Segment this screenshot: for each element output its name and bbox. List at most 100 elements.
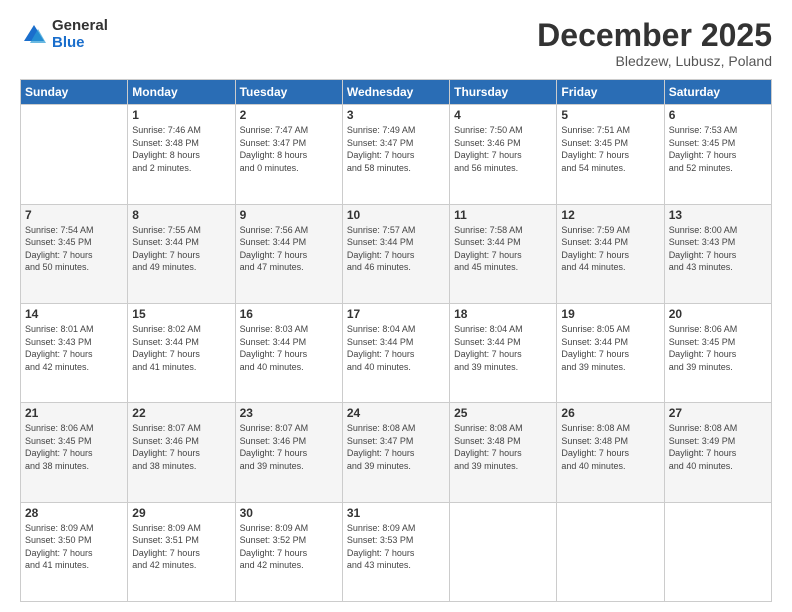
day-info: Sunrise: 8:08 AM Sunset: 3:48 PM Dayligh… bbox=[454, 422, 552, 472]
table-row: 28Sunrise: 8:09 AM Sunset: 3:50 PM Dayli… bbox=[21, 502, 128, 601]
day-number: 9 bbox=[240, 208, 338, 222]
day-info: Sunrise: 8:08 AM Sunset: 3:49 PM Dayligh… bbox=[669, 422, 767, 472]
table-row: 2 Sunrise: 7:47 AM Sunset: 3:47 PM Daylig… bbox=[235, 105, 342, 204]
day-number: 29 bbox=[132, 506, 230, 520]
table-row: 5 Sunrise: 7:51 AM Sunset: 3:45 PM Daylig… bbox=[557, 105, 664, 204]
day-number: 3 bbox=[347, 108, 445, 122]
day-info: Sunrise: 7:49 AM Sunset: 3:47 PM Dayligh… bbox=[347, 124, 445, 174]
header: General Blue December 2025 Bledzew, Lubu… bbox=[20, 18, 772, 69]
day-info: Sunrise: 7:58 AM Sunset: 3:44 PM Dayligh… bbox=[454, 224, 552, 274]
day-info: Sunrise: 8:04 AM Sunset: 3:44 PM Dayligh… bbox=[347, 323, 445, 373]
day-number: 26 bbox=[561, 406, 659, 420]
calendar-week-3: 21Sunrise: 8:06 AM Sunset: 3:45 PM Dayli… bbox=[21, 403, 772, 502]
day-number: 19 bbox=[561, 307, 659, 321]
day-number: 16 bbox=[240, 307, 338, 321]
day-info: Sunrise: 7:59 AM Sunset: 3:44 PM Dayligh… bbox=[561, 224, 659, 274]
calendar-week-0: 1 Sunrise: 7:46 AM Sunset: 3:48 PM Daylig… bbox=[21, 105, 772, 204]
logo: General Blue bbox=[20, 18, 108, 51]
col-thursday: Thursday bbox=[450, 80, 557, 105]
day-info: Sunrise: 7:50 AM Sunset: 3:46 PM Dayligh… bbox=[454, 124, 552, 174]
day-info: Sunrise: 7:51 AM Sunset: 3:45 PM Dayligh… bbox=[561, 124, 659, 174]
table-row bbox=[664, 502, 771, 601]
table-row: 22Sunrise: 8:07 AM Sunset: 3:46 PM Dayli… bbox=[128, 403, 235, 502]
day-number: 1 bbox=[132, 108, 230, 122]
day-info: Sunrise: 8:05 AM Sunset: 3:44 PM Dayligh… bbox=[561, 323, 659, 373]
table-row: 19 Sunrise: 8:05 AM Sunset: 3:44 PM Dayli… bbox=[557, 303, 664, 402]
table-row: 24 Sunrise: 8:08 AM Sunset: 3:47 PM Dayli… bbox=[342, 403, 449, 502]
day-info: Sunrise: 8:03 AM Sunset: 3:44 PM Dayligh… bbox=[240, 323, 338, 373]
day-info: Sunrise: 8:07 AM Sunset: 3:46 PM Dayligh… bbox=[240, 422, 338, 472]
calendar-header-row: Sunday Monday Tuesday Wednesday Thursday… bbox=[21, 80, 772, 105]
day-info: Sunrise: 7:46 AM Sunset: 3:48 PM Dayligh… bbox=[132, 124, 230, 174]
day-info: Sunrise: 7:53 AM Sunset: 3:45 PM Dayligh… bbox=[669, 124, 767, 174]
day-number: 24 bbox=[347, 406, 445, 420]
logo-blue-text: Blue bbox=[52, 35, 108, 52]
table-row: 27 Sunrise: 8:08 AM Sunset: 3:49 PM Dayli… bbox=[664, 403, 771, 502]
day-number: 27 bbox=[669, 406, 767, 420]
table-row: 31Sunrise: 8:09 AM Sunset: 3:53 PM Dayli… bbox=[342, 502, 449, 601]
col-friday: Friday bbox=[557, 80, 664, 105]
day-info: Sunrise: 8:02 AM Sunset: 3:44 PM Dayligh… bbox=[132, 323, 230, 373]
table-row: 7 Sunrise: 7:54 AM Sunset: 3:45 PM Daylig… bbox=[21, 204, 128, 303]
table-row: 30 Sunrise: 8:09 AM Sunset: 3:52 PM Dayli… bbox=[235, 502, 342, 601]
calendar-week-4: 28Sunrise: 8:09 AM Sunset: 3:50 PM Dayli… bbox=[21, 502, 772, 601]
day-info: Sunrise: 8:07 AM Sunset: 3:46 PM Dayligh… bbox=[132, 422, 230, 472]
month-title: December 2025 bbox=[537, 18, 772, 53]
col-tuesday: Tuesday bbox=[235, 80, 342, 105]
col-sunday: Sunday bbox=[21, 80, 128, 105]
table-row: 26Sunrise: 8:08 AM Sunset: 3:48 PM Dayli… bbox=[557, 403, 664, 502]
table-row: 18 Sunrise: 8:04 AM Sunset: 3:44 PM Dayli… bbox=[450, 303, 557, 402]
day-number: 20 bbox=[669, 307, 767, 321]
day-number: 5 bbox=[561, 108, 659, 122]
day-number: 31 bbox=[347, 506, 445, 520]
day-number: 25 bbox=[454, 406, 552, 420]
logo-text: General Blue bbox=[52, 18, 108, 51]
day-info: Sunrise: 8:09 AM Sunset: 3:50 PM Dayligh… bbox=[25, 522, 123, 572]
day-number: 30 bbox=[240, 506, 338, 520]
day-number: 17 bbox=[347, 307, 445, 321]
col-saturday: Saturday bbox=[664, 80, 771, 105]
day-info: Sunrise: 8:01 AM Sunset: 3:43 PM Dayligh… bbox=[25, 323, 123, 373]
location: Bledzew, Lubusz, Poland bbox=[537, 53, 772, 69]
calendar-week-1: 7 Sunrise: 7:54 AM Sunset: 3:45 PM Daylig… bbox=[21, 204, 772, 303]
table-row: 4 Sunrise: 7:50 AM Sunset: 3:46 PM Daylig… bbox=[450, 105, 557, 204]
table-row: 17 Sunrise: 8:04 AM Sunset: 3:44 PM Dayli… bbox=[342, 303, 449, 402]
day-info: Sunrise: 7:57 AM Sunset: 3:44 PM Dayligh… bbox=[347, 224, 445, 274]
day-number: 6 bbox=[669, 108, 767, 122]
day-info: Sunrise: 8:08 AM Sunset: 3:47 PM Dayligh… bbox=[347, 422, 445, 472]
day-number: 14 bbox=[25, 307, 123, 321]
day-number: 12 bbox=[561, 208, 659, 222]
day-number: 15 bbox=[132, 307, 230, 321]
day-info: Sunrise: 8:00 AM Sunset: 3:43 PM Dayligh… bbox=[669, 224, 767, 274]
table-row: 29 Sunrise: 8:09 AM Sunset: 3:51 PM Dayli… bbox=[128, 502, 235, 601]
day-number: 2 bbox=[240, 108, 338, 122]
table-row: 8Sunrise: 7:55 AM Sunset: 3:44 PM Daylig… bbox=[128, 204, 235, 303]
day-info: Sunrise: 8:09 AM Sunset: 3:52 PM Dayligh… bbox=[240, 522, 338, 572]
day-number: 7 bbox=[25, 208, 123, 222]
calendar-week-2: 14 Sunrise: 8:01 AM Sunset: 3:43 PM Dayli… bbox=[21, 303, 772, 402]
table-row: 15 Sunrise: 8:02 AM Sunset: 3:44 PM Dayli… bbox=[128, 303, 235, 402]
table-row: 12 Sunrise: 7:59 AM Sunset: 3:44 PM Dayli… bbox=[557, 204, 664, 303]
table-row: 20 Sunrise: 8:06 AM Sunset: 3:45 PM Dayli… bbox=[664, 303, 771, 402]
day-info: Sunrise: 7:55 AM Sunset: 3:44 PM Dayligh… bbox=[132, 224, 230, 274]
day-info: Sunrise: 7:54 AM Sunset: 3:45 PM Dayligh… bbox=[25, 224, 123, 274]
table-row: 16 Sunrise: 8:03 AM Sunset: 3:44 PM Dayli… bbox=[235, 303, 342, 402]
day-number: 18 bbox=[454, 307, 552, 321]
table-row: 10 Sunrise: 7:57 AM Sunset: 3:44 PM Dayli… bbox=[342, 204, 449, 303]
col-wednesday: Wednesday bbox=[342, 80, 449, 105]
day-info: Sunrise: 7:47 AM Sunset: 3:47 PM Dayligh… bbox=[240, 124, 338, 174]
day-info: Sunrise: 8:04 AM Sunset: 3:44 PM Dayligh… bbox=[454, 323, 552, 373]
table-row: 3 Sunrise: 7:49 AM Sunset: 3:47 PM Daylig… bbox=[342, 105, 449, 204]
day-number: 10 bbox=[347, 208, 445, 222]
day-number: 13 bbox=[669, 208, 767, 222]
table-row: 9Sunrise: 7:56 AM Sunset: 3:44 PM Daylig… bbox=[235, 204, 342, 303]
table-row: 23Sunrise: 8:07 AM Sunset: 3:46 PM Dayli… bbox=[235, 403, 342, 502]
day-info: Sunrise: 8:09 AM Sunset: 3:51 PM Dayligh… bbox=[132, 522, 230, 572]
table-row: 25 Sunrise: 8:08 AM Sunset: 3:48 PM Dayli… bbox=[450, 403, 557, 502]
day-info: Sunrise: 8:06 AM Sunset: 3:45 PM Dayligh… bbox=[669, 323, 767, 373]
table-row bbox=[450, 502, 557, 601]
page: General Blue December 2025 Bledzew, Lubu… bbox=[0, 0, 792, 612]
col-monday: Monday bbox=[128, 80, 235, 105]
table-row: 21Sunrise: 8:06 AM Sunset: 3:45 PM Dayli… bbox=[21, 403, 128, 502]
day-number: 4 bbox=[454, 108, 552, 122]
